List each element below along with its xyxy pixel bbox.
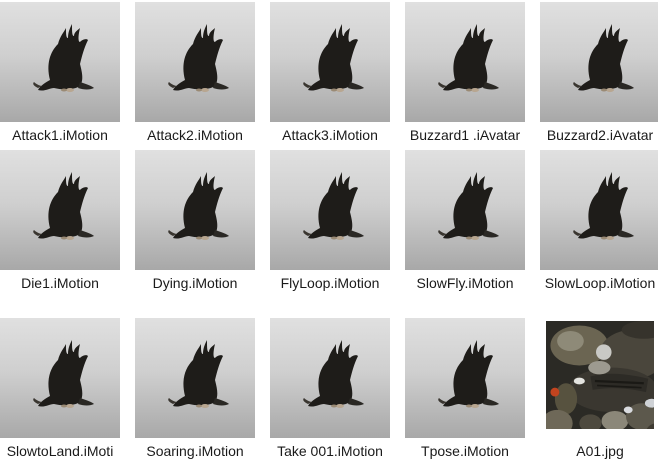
file-name: A01.jpg bbox=[576, 443, 624, 459]
eagle-thumbnail-icon bbox=[540, 2, 658, 122]
eagle-thumbnail-icon bbox=[135, 318, 255, 438]
file-name: Take 001.iMotion bbox=[277, 443, 383, 459]
file-name: Dying.iMotion bbox=[152, 275, 238, 291]
file-name: Tpose.iMotion bbox=[421, 443, 509, 459]
eagle-icon bbox=[438, 340, 499, 408]
eagle-icon bbox=[303, 172, 364, 240]
file-grid: Attack1.iMotion Attack2.iMotion Attack3.… bbox=[0, 0, 658, 459]
eagle-icon bbox=[33, 24, 94, 92]
eagle-thumbnail-icon bbox=[405, 2, 525, 122]
eagle-thumbnail-icon bbox=[0, 318, 120, 438]
eagle-thumbnail-icon bbox=[540, 150, 658, 270]
texture-image bbox=[546, 321, 654, 429]
eagle-icon bbox=[168, 24, 229, 92]
eagle-thumbnail-icon bbox=[270, 150, 390, 270]
file-name: Attack1.iMotion bbox=[12, 127, 108, 143]
eagle-icon bbox=[573, 24, 634, 92]
file-name: Attack3.iMotion bbox=[282, 127, 378, 143]
eagle-thumbnail-icon bbox=[270, 318, 390, 438]
eagle-thumbnail-icon bbox=[405, 318, 525, 438]
eagle-thumbnail-icon bbox=[135, 150, 255, 270]
eagle-icon bbox=[303, 340, 364, 408]
eagle-thumbnail-icon bbox=[135, 2, 255, 122]
eagle-icon bbox=[168, 340, 229, 408]
eagle-icon bbox=[33, 340, 94, 408]
texture-thumbnail bbox=[546, 321, 654, 429]
eagle-icon bbox=[168, 172, 229, 240]
file-name: Die1.iMotion bbox=[21, 275, 99, 291]
eagle-icon bbox=[33, 172, 94, 240]
eagle-icon bbox=[573, 172, 634, 240]
file-name: Attack2.iMotion bbox=[147, 127, 243, 143]
file-name: FlyLoop.iMotion bbox=[280, 275, 380, 291]
eagle-icon bbox=[303, 24, 364, 92]
eagle-thumbnail-icon bbox=[0, 2, 120, 122]
eagle-icon bbox=[438, 172, 499, 240]
eagle-thumbnail-icon bbox=[405, 150, 525, 270]
file-name: Buzzard2.iAvatar bbox=[546, 127, 654, 143]
file-name: SlowFly.iMotion bbox=[416, 275, 514, 291]
file-name: Soaring.iMotion bbox=[146, 443, 244, 459]
eagle-thumbnail-icon bbox=[0, 150, 120, 270]
file-name: SlowtoLand.iMoti bbox=[6, 443, 114, 459]
file-name: Buzzard1 .iAvatar bbox=[409, 127, 521, 143]
eagle-icon bbox=[438, 24, 499, 92]
eagle-thumbnail-icon bbox=[270, 2, 390, 122]
file-name: SlowLoop.iMotion bbox=[544, 275, 656, 291]
